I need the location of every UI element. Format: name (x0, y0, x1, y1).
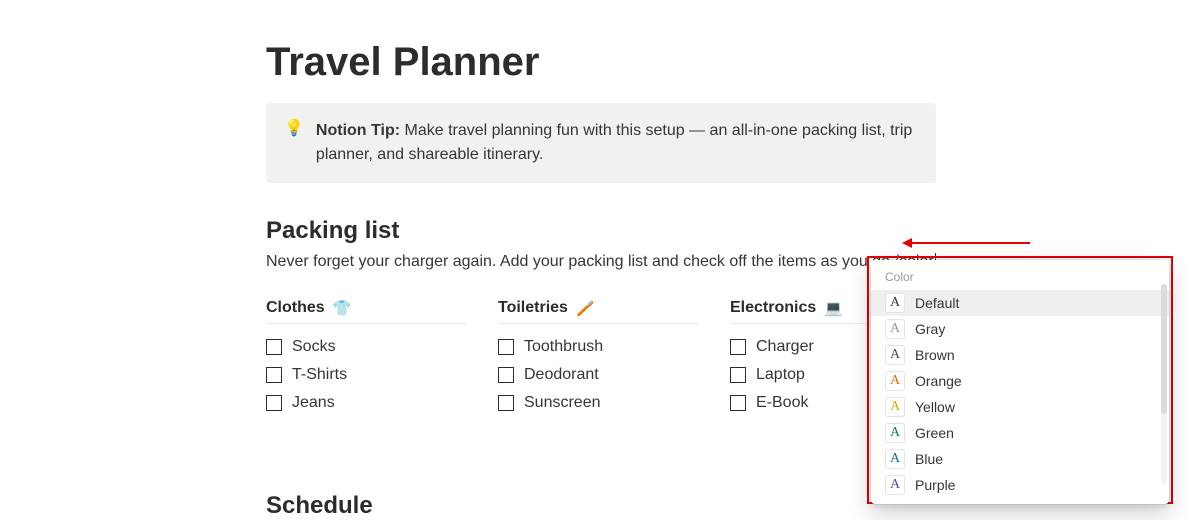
checkbox[interactable] (730, 395, 746, 411)
todo-label: Deodorant (524, 366, 599, 384)
column-toiletries: Toiletries 🪥 Toothbrush Deodorant Sunscr… (498, 299, 730, 422)
scrollbar-thumb[interactable] (1161, 284, 1167, 414)
todo-label: Socks (292, 338, 336, 356)
todo-item[interactable]: Jeans (266, 394, 498, 412)
packing-heading[interactable]: Packing list (266, 217, 1200, 245)
checkbox[interactable] (266, 339, 282, 355)
checkbox[interactable] (730, 339, 746, 355)
color-swatch-icon: A (885, 371, 905, 391)
callout-text[interactable]: Notion Tip: Make travel planning fun wit… (316, 119, 918, 167)
annotation-arrow (910, 242, 1030, 244)
checkbox[interactable] (498, 367, 514, 383)
color-option-green[interactable]: A Green (871, 420, 1169, 446)
column-title: Electronics (730, 299, 816, 317)
color-menu-title: Color (871, 266, 1169, 290)
color-option-yellow[interactable]: A Yellow (871, 394, 1169, 420)
callout-body: Make travel planning fun with this setup… (316, 122, 912, 163)
color-swatch-icon: A (885, 293, 905, 313)
color-option-default[interactable]: A Default (871, 290, 1169, 316)
checkbox[interactable] (266, 367, 282, 383)
color-option-label: Green (915, 423, 954, 443)
column-heading-clothes[interactable]: Clothes 👕 (266, 299, 466, 324)
todo-label: E-Book (756, 394, 808, 412)
color-menu: Color A Default A Gray A Brown A Orange … (871, 260, 1169, 504)
checkbox[interactable] (730, 367, 746, 383)
todo-item[interactable]: Socks (266, 338, 498, 356)
column-title: Toiletries (498, 299, 568, 317)
todo-item[interactable]: Deodorant (498, 366, 730, 384)
color-swatch-icon: A (885, 423, 905, 443)
page-title[interactable]: Travel Planner (266, 40, 1200, 85)
todo-label: Charger (756, 338, 814, 356)
todo-label: Laptop (756, 366, 805, 384)
lightbulb-icon: 💡 (284, 121, 304, 137)
color-swatch-icon: A (885, 449, 905, 469)
color-option-label: Yellow (915, 397, 955, 417)
todo-label: Sunscreen (524, 394, 601, 412)
checkbox[interactable] (498, 339, 514, 355)
checkbox[interactable] (266, 395, 282, 411)
color-option-gray[interactable]: A Gray (871, 316, 1169, 342)
color-option-label: Gray (915, 319, 945, 339)
callout[interactable]: 💡 Notion Tip: Make travel planning fun w… (266, 103, 936, 183)
color-option-label: Brown (915, 345, 955, 365)
color-swatch-icon: A (885, 319, 905, 339)
column-heading-toiletries[interactable]: Toiletries 🪥 (498, 299, 698, 324)
color-option-orange[interactable]: A Orange (871, 368, 1169, 394)
color-option-label: Purple (915, 475, 955, 495)
toothbrush-icon: 🪥 (576, 299, 595, 317)
color-option-brown[interactable]: A Brown (871, 342, 1169, 368)
color-swatch-icon: A (885, 345, 905, 365)
tshirt-icon: 👕 (333, 299, 352, 317)
color-option-label: Blue (915, 449, 943, 469)
todo-label: Jeans (292, 394, 335, 412)
color-swatch-icon: A (885, 397, 905, 417)
menu-scrollbar[interactable] (1161, 284, 1167, 484)
packing-paragraph-pre: Never forget your charger again. Add you… (266, 253, 872, 270)
color-option-purple[interactable]: A Purple (871, 472, 1169, 498)
color-swatch-icon: A (885, 475, 905, 495)
color-option-label: Default (915, 293, 959, 313)
todo-item[interactable]: T-Shirts (266, 366, 498, 384)
todo-label: T-Shirts (292, 366, 347, 384)
column-clothes: Clothes 👕 Socks T-Shirts Jeans (266, 299, 498, 422)
todo-label: Toothbrush (524, 338, 603, 356)
laptop-icon: 💻 (824, 299, 843, 317)
color-option-label: Orange (915, 371, 962, 391)
todo-item[interactable]: Sunscreen (498, 394, 730, 412)
todo-item[interactable]: Toothbrush (498, 338, 730, 356)
column-title: Clothes (266, 299, 325, 317)
callout-label: Notion Tip: (316, 122, 400, 139)
color-option-blue[interactable]: A Blue (871, 446, 1169, 472)
checkbox[interactable] (498, 395, 514, 411)
